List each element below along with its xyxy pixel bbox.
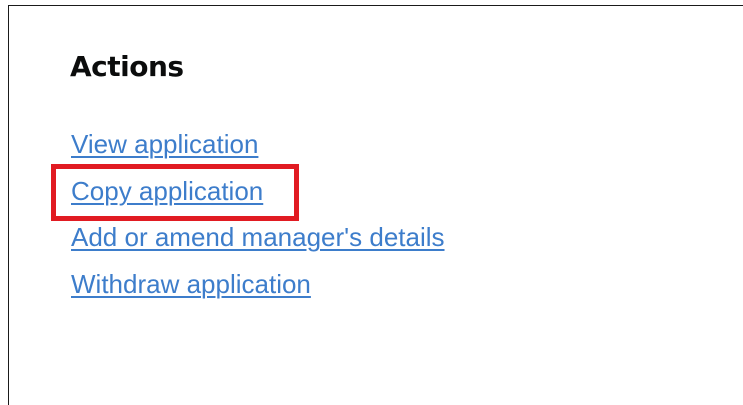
add-or-amend-managers-details-link[interactable]: Add or amend manager's details (71, 222, 445, 252)
list-item: Copy application (71, 173, 445, 220)
list-item: Add or amend manager's details (71, 219, 445, 266)
actions-heading: Actions (70, 50, 184, 83)
actions-list: View application Copy application Add or… (71, 126, 445, 312)
list-item: View application (71, 126, 445, 173)
copy-application-link[interactable]: Copy application (71, 176, 263, 206)
withdraw-application-link[interactable]: Withdraw application (71, 269, 311, 299)
view-application-link[interactable]: View application (71, 129, 258, 159)
list-item: Withdraw application (71, 266, 445, 313)
